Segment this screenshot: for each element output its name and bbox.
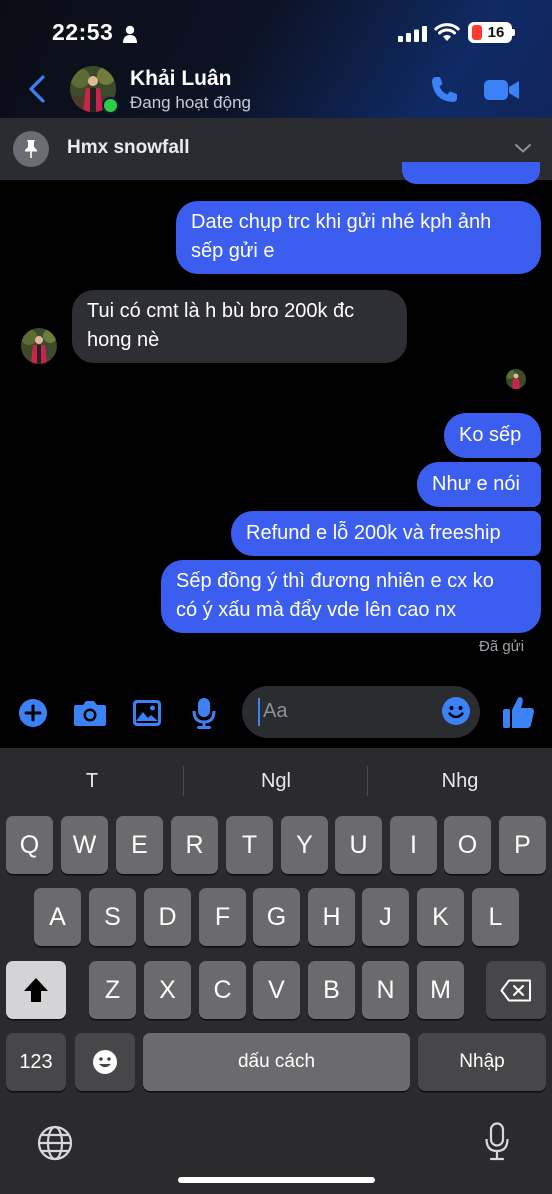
numbers-key[interactable]: 123 — [6, 1033, 66, 1091]
key-s[interactable]: S — [89, 888, 136, 946]
key-a[interactable]: A — [34, 888, 81, 946]
back-icon[interactable] — [26, 74, 50, 104]
message-bubble-outgoing[interactable]: Sếp đồng ý thì đương nhiên e cx ko có ý … — [161, 560, 541, 633]
key-b[interactable]: B — [308, 961, 355, 1019]
message-input-placeholder: Aa — [263, 700, 288, 722]
key-z[interactable]: Z — [89, 961, 136, 1019]
key-j[interactable]: J — [362, 888, 409, 946]
key-k[interactable]: K — [417, 888, 464, 946]
emoji-icon[interactable] — [441, 696, 471, 726]
backspace-icon — [500, 979, 531, 1002]
message-text-line: Sếp đồng ý thì đương nhiên e cx ko — [176, 570, 494, 592]
suggestion-divider — [367, 766, 368, 796]
battery-percentage: 16 — [487, 24, 505, 41]
message-bubble-outgoing[interactable]: Ko sếp — [444, 413, 541, 458]
key-f[interactable]: F — [199, 888, 246, 946]
key-x[interactable]: X — [144, 961, 191, 1019]
key-p[interactable]: P — [499, 816, 546, 874]
emoji-keyboard-icon — [93, 1050, 117, 1074]
key-l[interactable]: L — [472, 888, 519, 946]
suggestion-divider — [183, 766, 184, 796]
key-y[interactable]: Y — [281, 816, 328, 874]
key-v[interactable]: V — [253, 961, 300, 1019]
person-icon — [123, 25, 137, 43]
suggestion-2[interactable]: Ngl — [214, 770, 338, 793]
globe-icon[interactable] — [37, 1125, 73, 1161]
space-key[interactable]: dấu cách — [143, 1033, 410, 1091]
message-bubble-outgoing[interactable]: Như e nói — [417, 462, 541, 507]
key-g[interactable]: G — [253, 888, 300, 946]
battery-nub — [512, 29, 515, 36]
camera-icon[interactable] — [73, 699, 107, 727]
video-icon[interactable] — [484, 76, 520, 104]
suggestion-3[interactable]: Nhg — [398, 770, 522, 793]
message-text-line: có ý xấu mà đẩy vde lên cao nx — [176, 599, 457, 621]
message-text: Như e nói — [432, 473, 520, 495]
message-bubble-outgoing[interactable]: Date chụp trc khi gửi nhé kph ảnh sếp gử… — [176, 201, 541, 274]
message-text: Refund e lỗ 200k và freeship — [246, 522, 501, 544]
like-icon[interactable] — [502, 695, 535, 729]
key-q[interactable]: Q — [6, 816, 53, 874]
cellular-signal-icon — [398, 26, 427, 42]
dictation-microphone-icon[interactable] — [484, 1122, 510, 1162]
suggestion-1[interactable]: T — [30, 770, 154, 793]
emoji-keyboard-key[interactable] — [75, 1033, 135, 1091]
key-r[interactable]: R — [171, 816, 218, 874]
key-t[interactable]: T — [226, 816, 273, 874]
message-bubble-outgoing[interactable]: Refund e lỗ 200k và freeship — [231, 511, 541, 556]
previous-message-bubble — [402, 162, 540, 184]
message-text-line: Tui có cmt là h bù bro 200k đc — [87, 300, 355, 322]
return-key[interactable]: Nhập — [418, 1033, 546, 1091]
contact-status: Đang hoạt động — [130, 93, 251, 112]
key-o[interactable]: O — [444, 816, 491, 874]
phone-icon[interactable] — [428, 74, 460, 106]
status-time: 22:53 — [52, 19, 114, 45]
wifi-icon — [434, 23, 460, 41]
key-h[interactable]: H — [308, 888, 355, 946]
pin-icon — [25, 140, 37, 158]
sent-status: Đã gửi — [479, 638, 525, 655]
key-w[interactable]: W — [61, 816, 108, 874]
key-i[interactable]: I — [390, 816, 437, 874]
message-bubble-incoming[interactable]: Tui có cmt là h bù bro 200k đc hong nè — [72, 290, 407, 363]
message-text-line: Date chụp trc khi gửi nhé kph ảnh — [191, 211, 492, 233]
image-icon[interactable] — [132, 699, 162, 727]
home-indicator[interactable] — [178, 1177, 375, 1183]
plus-icon[interactable] — [18, 698, 48, 728]
shift-key[interactable] — [6, 961, 66, 1019]
key-c[interactable]: C — [199, 961, 246, 1019]
contact-name[interactable]: Khải Luân — [130, 67, 232, 91]
backspace-key[interactable] — [486, 961, 546, 1019]
shift-arrow-icon — [24, 978, 48, 1002]
read-receipt-avatar — [506, 369, 526, 389]
key-m[interactable]: M — [417, 961, 464, 1019]
chevron-down-icon[interactable] — [514, 142, 532, 154]
message-text: Ko sếp — [459, 424, 522, 446]
microphone-icon[interactable] — [192, 697, 216, 729]
key-n[interactable]: N — [362, 961, 409, 1019]
key-e[interactable]: E — [116, 816, 163, 874]
pinned-title: Hmx snowfall — [67, 137, 190, 158]
key-d[interactable]: D — [144, 888, 191, 946]
online-indicator — [102, 97, 119, 114]
key-u[interactable]: U — [335, 816, 382, 874]
contact-avatar-small — [21, 328, 57, 364]
message-text-line: hong nè — [87, 329, 160, 351]
text-cursor — [258, 698, 260, 726]
message-text-line: sếp gửi e — [191, 240, 275, 262]
